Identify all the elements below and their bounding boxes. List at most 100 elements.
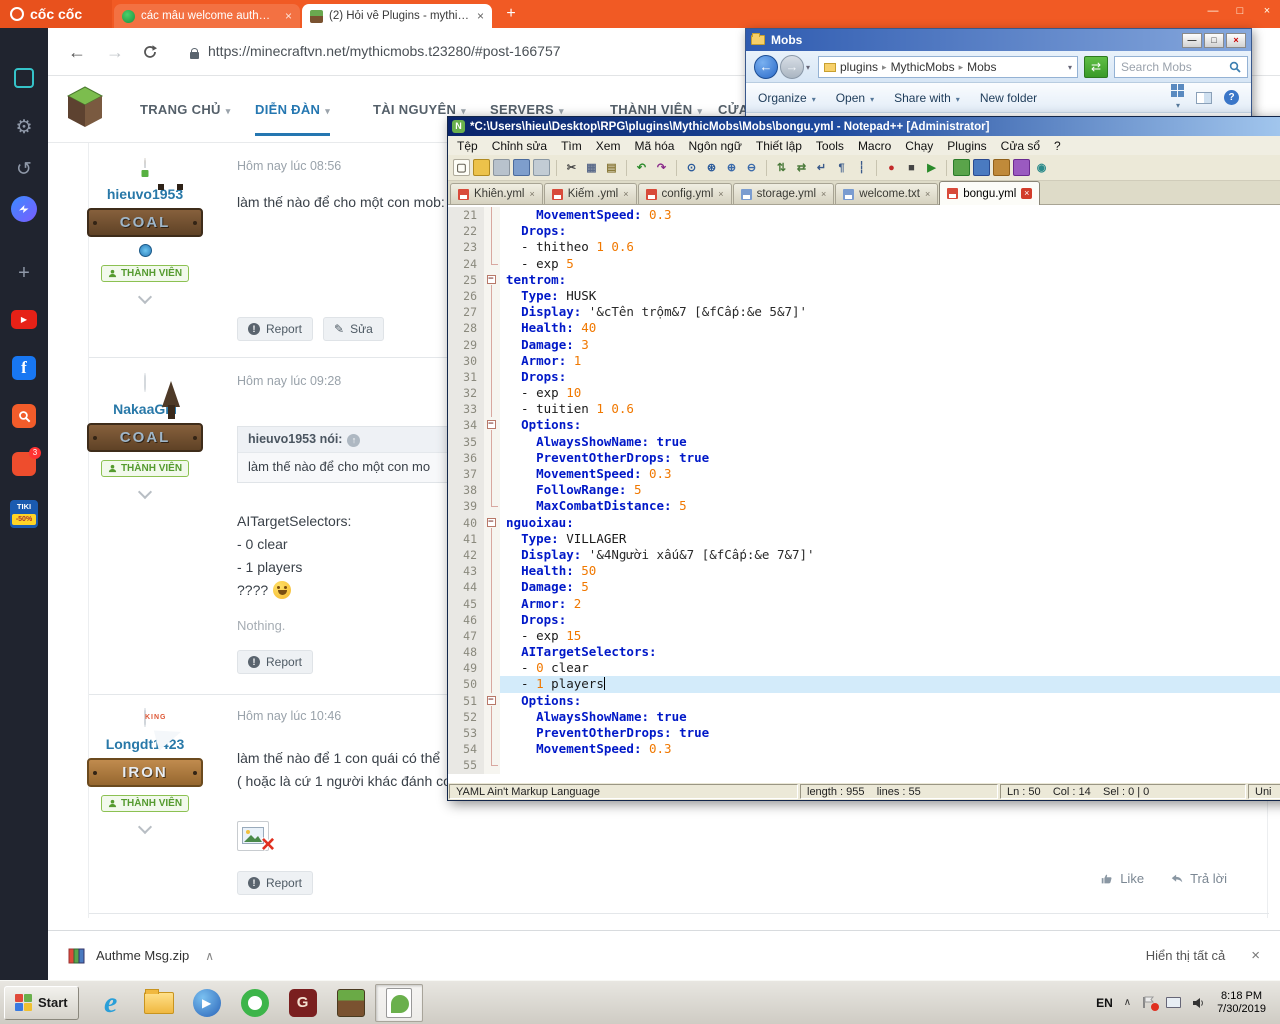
report-button[interactable]: !Report: [237, 871, 313, 895]
code-line[interactable]: 33 - tuitien 1 0.6: [448, 401, 1280, 417]
sync-horizontal-icon[interactable]: ⇄: [793, 159, 810, 176]
code-line[interactable]: 44 Damage: 5: [448, 579, 1280, 595]
code-line[interactable]: 24 - exp 5: [448, 256, 1280, 272]
avatar[interactable]: [144, 373, 146, 392]
hidden-icons-chevron[interactable]: ∧: [1124, 997, 1131, 1008]
report-button[interactable]: !Report: [237, 317, 313, 341]
code-line[interactable]: 51− Options:: [448, 693, 1280, 709]
zoom-in-icon[interactable]: ⊕: [723, 159, 740, 176]
fold-collapse-icon[interactable]: −: [487, 420, 496, 429]
forward-button[interactable]: →: [780, 55, 804, 79]
code-line[interactable]: 21 MovementSpeed: 0.3: [448, 207, 1280, 223]
back-icon[interactable]: ←: [68, 42, 86, 63]
npp-editor[interactable]: 21 MovementSpeed: 0.322 Drops:23 - thith…: [448, 205, 1280, 783]
download-expand-icon[interactable]: ∧: [205, 949, 214, 963]
copy-icon[interactable]: ▦: [583, 159, 600, 176]
plugin-c-icon[interactable]: [993, 159, 1010, 176]
code-line[interactable]: 32 - exp 10: [448, 385, 1280, 401]
fold-margin[interactable]: −: [484, 693, 500, 709]
code-line[interactable]: 25−tentrom:: [448, 272, 1280, 288]
maximize-button[interactable]: □: [1204, 33, 1224, 48]
taskbar-notepadpp-icon-active[interactable]: [375, 984, 423, 1022]
code-line[interactable]: 27 Display: '&cTên trộm&7 [&fCấp:&e 5&7]…: [448, 304, 1280, 320]
display-icon[interactable]: [1166, 997, 1181, 1008]
chevron-down-icon[interactable]: [138, 290, 152, 304]
search-box[interactable]: Search Mobs: [1114, 56, 1248, 78]
code-line[interactable]: 50 - 1 players: [448, 676, 1280, 692]
help-icon[interactable]: ?: [1224, 90, 1239, 105]
find-icon[interactable]: ⊙: [683, 159, 700, 176]
youtube-icon[interactable]: ▶: [0, 310, 48, 329]
back-button[interactable]: ←: [754, 55, 778, 79]
tab-close-icon[interactable]: ×: [925, 189, 930, 199]
close-icon[interactable]: ×: [1260, 5, 1274, 17]
fold-margin[interactable]: −: [484, 417, 500, 433]
tab-close-icon[interactable]: ×: [718, 189, 723, 199]
broken-image-icon[interactable]: ×: [237, 821, 269, 851]
start-button[interactable]: Start: [4, 986, 79, 1020]
npp-tab-welcome.txt[interactable]: welcome.txt×: [835, 183, 938, 204]
notepadpp-title-bar[interactable]: N *C:\Users\hieu\Desktop\RPG\plugins\Myt…: [448, 117, 1280, 136]
code-line[interactable]: 28 Health: 40: [448, 320, 1280, 336]
menu-cua-so[interactable]: Cửa sổ: [994, 139, 1047, 153]
npp-tab-Kiếm.yml[interactable]: Kiếm .yml×: [544, 183, 637, 204]
edit-button[interactable]: ✎Sửa: [323, 317, 384, 341]
menu-ma-hoa[interactable]: Mã hóa: [627, 139, 681, 153]
address-bar-url[interactable]: https://minecraftvn.net/mythicmobs.t2328…: [208, 43, 561, 59]
history-icon[interactable]: ↺: [0, 158, 48, 181]
npp-tab-storage.yml[interactable]: storage.yml×: [733, 183, 835, 204]
settings-gear-icon[interactable]: ⚙: [0, 116, 48, 139]
volume-icon[interactable]: [1192, 997, 1206, 1009]
avatar[interactable]: KING: [144, 708, 146, 727]
code-line[interactable]: 47 - exp 15: [448, 628, 1280, 644]
fold-collapse-icon[interactable]: −: [487, 518, 496, 527]
code-line[interactable]: 40−nguoixau:: [448, 515, 1280, 531]
taskbar-minecraft-icon[interactable]: [327, 984, 375, 1022]
code-line[interactable]: 46 Drops:: [448, 612, 1280, 628]
forum-nav-trang-chu[interactable]: TRANG CHỦ: [140, 102, 231, 133]
jump-to-post-icon[interactable]: ↑: [347, 434, 360, 447]
menu-tools[interactable]: Tools: [809, 139, 851, 153]
panel-toggle-icon[interactable]: [0, 68, 48, 88]
language-indicator[interactable]: EN: [1096, 996, 1113, 1010]
breadcrumb-plugins[interactable]: plugins: [840, 60, 878, 74]
fold-collapse-icon[interactable]: −: [487, 275, 496, 284]
code-line[interactable]: 26 Type: HUSK: [448, 288, 1280, 304]
username-link[interactable]: NakaaGM: [85, 401, 205, 417]
add-shortcut-icon[interactable]: +: [0, 262, 48, 285]
replace-icon[interactable]: ⊛: [703, 159, 720, 176]
messenger-icon[interactable]: [0, 196, 48, 222]
save-all-icon[interactable]: [513, 159, 530, 176]
code-line[interactable]: 52 AlwaysShowName: true: [448, 709, 1280, 725]
taskbar-red-app-icon[interactable]: G: [279, 984, 327, 1022]
new-folder-button[interactable]: New folder: [980, 91, 1042, 105]
post-timestamp[interactable]: Hôm nay lúc 10:46: [237, 709, 341, 723]
shop-icon[interactable]: 3: [0, 452, 48, 476]
explorer-title-bar[interactable]: Mobs — □ ×: [746, 29, 1251, 51]
code-line[interactable]: 39 MaxCombatDistance: 5: [448, 498, 1280, 514]
action-center-flag-icon[interactable]: [1142, 996, 1155, 1009]
record-macro-icon[interactable]: ●: [883, 159, 900, 176]
stop-macro-icon[interactable]: ■: [903, 159, 920, 176]
browser-tab-1[interactable]: các mẫu welcome authme đẹ ×: [114, 4, 300, 28]
open-button[interactable]: Open: [836, 91, 874, 105]
code-line[interactable]: 49 - 0 clear: [448, 660, 1280, 676]
code-line[interactable]: 48 AITargetSelectors:: [448, 644, 1280, 660]
code-line[interactable]: 22 Drops:: [448, 223, 1280, 239]
maximize-icon[interactable]: □: [1233, 5, 1247, 17]
menu-chay[interactable]: Chạy: [898, 139, 940, 153]
like-button[interactable]: Like: [1100, 871, 1144, 886]
npp-tab-bongu.yml[interactable]: bongu.yml×: [939, 181, 1040, 205]
organize-button[interactable]: Organize: [758, 91, 816, 105]
reply-button[interactable]: Trả lời: [1170, 871, 1227, 886]
paste-icon[interactable]: ▤: [603, 159, 620, 176]
menu-thiet-lap[interactable]: Thiết lập: [749, 139, 809, 153]
undo-icon[interactable]: ↶: [633, 159, 650, 176]
tab-close-icon[interactable]: ×: [1021, 188, 1032, 199]
fold-collapse-icon[interactable]: −: [487, 696, 496, 705]
forward-icon[interactable]: →: [106, 42, 124, 63]
taskbar-media-player-icon[interactable]: ▶: [183, 984, 231, 1022]
show-all-characters-icon[interactable]: ¶: [833, 159, 850, 176]
zoom-out-icon[interactable]: ⊖: [743, 159, 760, 176]
tab-close-icon[interactable]: ×: [477, 9, 484, 23]
